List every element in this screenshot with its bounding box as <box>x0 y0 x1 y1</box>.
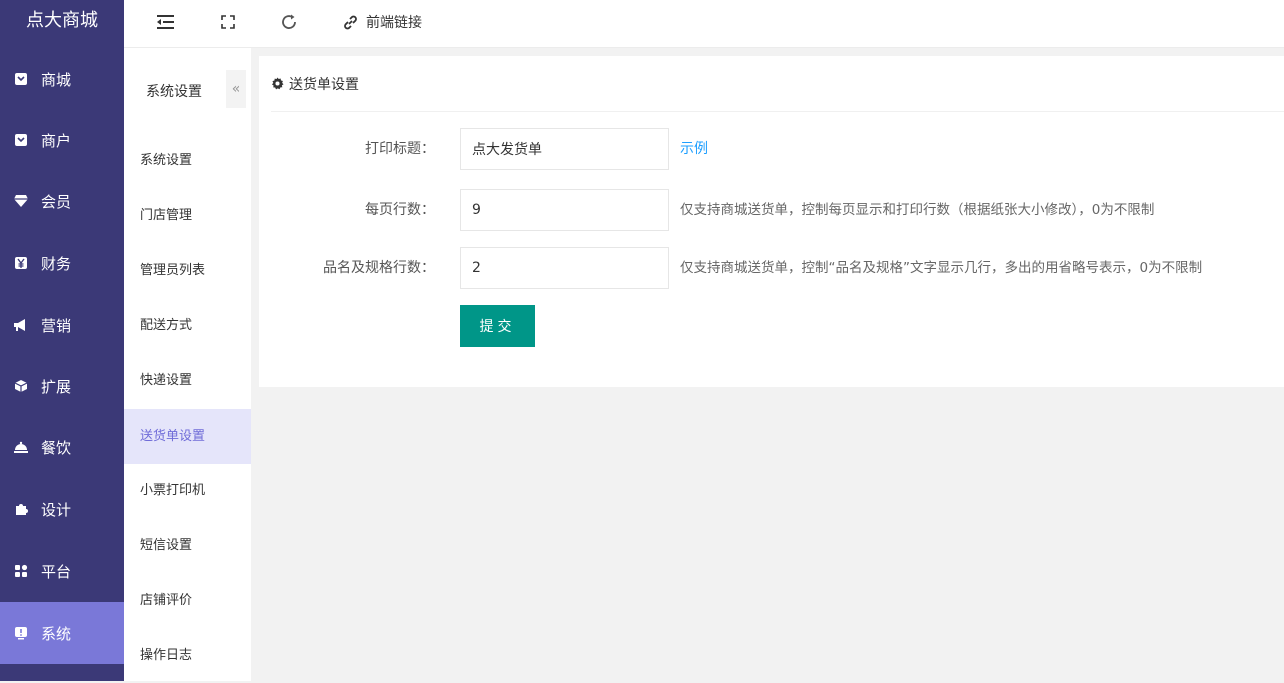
double-chevron-left-icon: « <box>231 81 241 97</box>
fullscreen-button[interactable] <box>221 0 235 44</box>
spec-lines-hint: 仅支持商城送货单，控制“品名及规格”文字显示几行，多出的用省略号表示，0为不限制 <box>680 260 1203 276</box>
sidebar-item-label: 会员 <box>41 192 72 211</box>
collapse-subnav-button[interactable]: « <box>226 70 246 108</box>
print-title-label: 打印标题： <box>365 141 435 157</box>
panel-header: 送货单设置 <box>271 56 1284 112</box>
subnav-item-store-reviews[interactable]: 店铺评价 <box>124 573 251 628</box>
panel-title: 送货单设置 <box>289 76 359 93</box>
shop-bag-icon <box>13 71 29 87</box>
settings-panel: 送货单设置 打印标题： 示例 每页行数： 仅支持商城送货单，控制每页显示和打印行… <box>259 56 1284 387</box>
form-row-print-title: 打印标题： 示例 <box>259 128 1284 170</box>
subnav-item-sms-settings[interactable]: 短信设置 <box>124 518 251 573</box>
sidebar-item-marketing[interactable]: 营销 <box>0 294 124 356</box>
sub-sidebar: 系统设置 « 系统设置 门店管理 管理员列表 配送方式 快递设置 送货单设置 小… <box>124 48 251 681</box>
main-sidebar: 点大商城 商城 商户 会员 财务 营销 扩展 餐饮 设计 平台 系统 <box>0 0 124 681</box>
example-link[interactable]: 示例 <box>680 128 708 170</box>
sidebar-item-label: 设计 <box>41 500 72 519</box>
subnav-item-system-settings[interactable]: 系统设置 <box>124 133 251 188</box>
sidebar-item-dining[interactable]: 餐饮 <box>0 416 124 478</box>
yen-icon <box>13 255 29 271</box>
brand-logo: 点大商城 <box>0 0 124 41</box>
puzzle-icon <box>13 501 29 517</box>
toggle-sidebar-button[interactable] <box>156 0 175 44</box>
rows-per-page-input[interactable] <box>460 189 669 231</box>
subnav-item-delivery-methods[interactable]: 配送方式 <box>124 298 251 353</box>
merchant-bag-icon <box>13 132 29 148</box>
sidebar-item-finance[interactable]: 财务 <box>0 232 124 294</box>
spec-lines-input[interactable] <box>460 247 669 289</box>
sidebar-item-merchant[interactable]: 商户 <box>0 109 124 171</box>
sidebar-item-label: 商城 <box>41 70 72 89</box>
cube-icon <box>13 378 29 394</box>
subnav-item-store-management[interactable]: 门店管理 <box>124 188 251 243</box>
system-monitor-icon <box>13 625 29 641</box>
sidebar-item-design[interactable]: 设计 <box>0 478 124 540</box>
link-icon <box>342 14 359 31</box>
grid-apps-icon <box>13 563 29 579</box>
rows-per-page-hint: 仅支持商城送货单，控制每页显示和打印行数（根据纸张大小修改），0为不限制 <box>680 202 1155 218</box>
sidebar-item-label: 平台 <box>41 562 72 581</box>
subnav-item-receipt-printer[interactable]: 小票打印机 <box>124 463 251 518</box>
top-bar: 前端链接 <box>124 0 1284 48</box>
sidebar-item-extension[interactable]: 扩展 <box>0 355 124 417</box>
subnav-item-delivery-note-settings[interactable]: 送货单设置 <box>124 409 251 464</box>
sidebar-item-member[interactable]: 会员 <box>0 170 124 232</box>
sidebar-item-platform[interactable]: 平台 <box>0 540 124 602</box>
frontend-link-button[interactable]: 前端链接 <box>342 0 422 44</box>
gear-icon <box>271 77 284 90</box>
refresh-icon <box>280 13 298 31</box>
rows-per-page-label: 每页行数： <box>365 202 435 218</box>
subnav-item-express-settings[interactable]: 快递设置 <box>124 353 251 408</box>
sidebar-item-label: 餐饮 <box>41 438 72 457</box>
sidebar-item-system[interactable]: 系统 <box>0 602 124 664</box>
fullscreen-icon <box>221 15 235 29</box>
refresh-button[interactable] <box>280 0 298 44</box>
sidebar-item-label: 扩展 <box>41 377 72 396</box>
form-row-spec-lines: 品名及规格行数： 仅支持商城送货单，控制“品名及规格”文字显示几行，多出的用省略… <box>259 247 1284 289</box>
dining-cover-icon <box>13 439 29 455</box>
sidebar-item-shop[interactable]: 商城 <box>0 48 124 110</box>
subnav-title: 系统设置 <box>146 84 202 100</box>
sidebar-item-label: 营销 <box>41 316 72 335</box>
sidebar-item-label: 商户 <box>41 131 72 150</box>
diamond-icon <box>13 193 29 209</box>
sidebar-item-label: 系统 <box>41 624 72 643</box>
frontend-link-label: 前端链接 <box>366 15 422 31</box>
spec-lines-label: 品名及规格行数： <box>323 260 435 276</box>
megaphone-icon <box>13 317 29 333</box>
sidebar-item-label: 财务 <box>41 254 72 273</box>
subnav-item-operation-log[interactable]: 操作日志 <box>124 628 251 683</box>
form-row-rows-per-page: 每页行数： 仅支持商城送货单，控制每页显示和打印行数（根据纸张大小修改），0为不… <box>259 189 1284 231</box>
indent-menu-icon <box>156 14 175 30</box>
print-title-input[interactable] <box>460 128 669 170</box>
subnav-item-admin-list[interactable]: 管理员列表 <box>124 243 251 298</box>
submit-button[interactable]: 提交 <box>460 305 535 347</box>
